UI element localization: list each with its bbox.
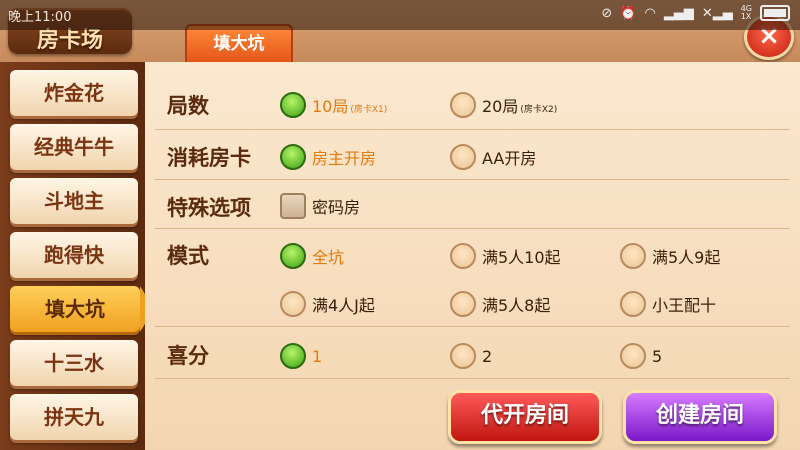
radio-icon: [620, 343, 646, 369]
option-text: 10局: [312, 97, 349, 116]
sidebar-item-zha-jin-hua[interactable]: 炸金花: [10, 70, 138, 116]
mode-option-5-8[interactable]: 满5人8起: [450, 291, 550, 317]
radio-selected-icon: [280, 144, 306, 170]
option-sub: (房卡X1): [350, 105, 388, 115]
card-cost-option-aa[interactable]: AA开房: [450, 144, 536, 170]
option-text: 满5人9起: [652, 248, 721, 267]
status-bar: 晚上11:00 ⊘ ⏰ ◠ ▂▄▆ ✕▂▄ 4G 1X: [0, 0, 800, 30]
radio-icon: [280, 291, 306, 317]
signal-icon: ▂▄▆: [663, 5, 694, 21]
divider: [155, 129, 790, 130]
sidebar-item-dou-di-zhu[interactable]: 斗地主: [10, 178, 138, 224]
option-text: 满5人8起: [482, 296, 551, 315]
mode-option-5-10[interactable]: 满5人10起: [450, 243, 561, 269]
radio-icon: [450, 343, 476, 369]
sidebar: 炸金花 经典牛牛 斗地主 跑得快 填大坑 十三水 拼天九: [0, 62, 154, 450]
sidebar-item-pao-de-kuai[interactable]: 跑得快: [10, 232, 138, 278]
card-cost-label: 消耗房卡: [167, 146, 251, 170]
divider: [155, 228, 790, 229]
data-4g-icon: 4G 1X: [740, 4, 752, 21]
card-cost-option-host[interactable]: 房主开房: [280, 144, 376, 170]
bonus-option-2[interactable]: 2: [450, 343, 492, 369]
special-label: 特殊选项: [167, 196, 251, 220]
password-room-checkbox[interactable]: 密码房: [280, 193, 360, 219]
signal-icon: ✕▂▄: [701, 5, 733, 21]
sidebar-item-label: 十三水: [44, 351, 104, 375]
sidebar-item-jing-dian-niu-niu[interactable]: 经典牛牛: [10, 124, 138, 170]
mode-label: 模式: [167, 244, 209, 268]
bonus-label: 喜分: [167, 344, 209, 368]
radio-selected-icon: [280, 343, 306, 369]
sidebar-item-shi-san-shui[interactable]: 十三水: [10, 340, 138, 386]
battery-icon: [760, 5, 790, 21]
create-room-button[interactable]: 创建房间: [623, 390, 777, 444]
rounds-option-10[interactable]: 10局 (房卡X1): [280, 92, 387, 118]
radio-icon: [620, 291, 646, 317]
option-text: 房主开房: [312, 149, 377, 168]
divider: [155, 378, 790, 379]
sidebar-item-label: 炸金花: [44, 81, 104, 105]
divider: [155, 179, 790, 180]
bonus-option-5[interactable]: 5: [620, 343, 662, 369]
proxy-open-room-button[interactable]: 代开房间: [448, 390, 602, 444]
rounds-label: 局数: [167, 94, 209, 118]
option-text: 密码房: [312, 198, 361, 217]
wifi-icon: ◠: [644, 5, 656, 21]
sidebar-item-label: 填大坑: [45, 297, 105, 321]
settings-panel: 局数 10局 (房卡X1) 20局 (房卡X2) 消耗房卡 房主开房 AA开房 特殊…: [145, 62, 800, 450]
option-text: 全坑: [312, 248, 345, 267]
sidebar-item-pin-tian-jiu[interactable]: 拼天九: [10, 394, 138, 440]
radio-icon: [620, 243, 646, 269]
sidebar-item-tian-da-keng[interactable]: 填大坑: [10, 286, 154, 332]
option-sub: (房卡X2): [520, 105, 558, 115]
signal-mute-icon: ⊘: [601, 5, 613, 21]
option-text: 20局: [482, 97, 519, 116]
radio-icon: [450, 291, 476, 317]
bonus-option-1[interactable]: 1: [280, 343, 322, 369]
status-time: 晚上11:00: [8, 10, 72, 25]
alarm-icon: ⏰: [620, 5, 637, 21]
radio-selected-icon: [280, 92, 306, 118]
option-text: AA开房: [482, 149, 537, 168]
radio-icon: [450, 144, 476, 170]
option-text: 满5人10起: [482, 248, 561, 267]
sidebar-item-label: 拼天九: [44, 405, 104, 429]
mode-option-xiao-wang[interactable]: 小王配十: [620, 291, 716, 317]
checkbox-icon: [280, 193, 306, 219]
sidebar-item-label: 跑得快: [44, 243, 104, 267]
mode-option-quan-keng[interactable]: 全坑: [280, 243, 344, 269]
radio-icon: [450, 243, 476, 269]
sidebar-item-label: 经典牛牛: [34, 135, 114, 159]
option-text: 小王配十: [652, 296, 717, 315]
sidebar-item-label: 斗地主: [44, 189, 104, 213]
option-text: 2: [482, 346, 493, 366]
mode-option-5-9[interactable]: 满5人9起: [620, 243, 720, 269]
radio-selected-icon: [280, 243, 306, 269]
option-text: 5: [652, 346, 663, 366]
rounds-option-20[interactable]: 20局 (房卡X2): [450, 92, 557, 118]
status-icons: ⊘ ⏰ ◠ ▂▄▆ ✕▂▄ 4G 1X: [601, 5, 790, 21]
divider: [155, 326, 790, 327]
radio-icon: [450, 92, 476, 118]
tab-label: 填大坑: [213, 34, 265, 54]
option-text: 1: [312, 346, 323, 366]
option-text: 满4人J起: [312, 296, 375, 315]
mode-option-4-j[interactable]: 满4人J起: [280, 291, 375, 317]
